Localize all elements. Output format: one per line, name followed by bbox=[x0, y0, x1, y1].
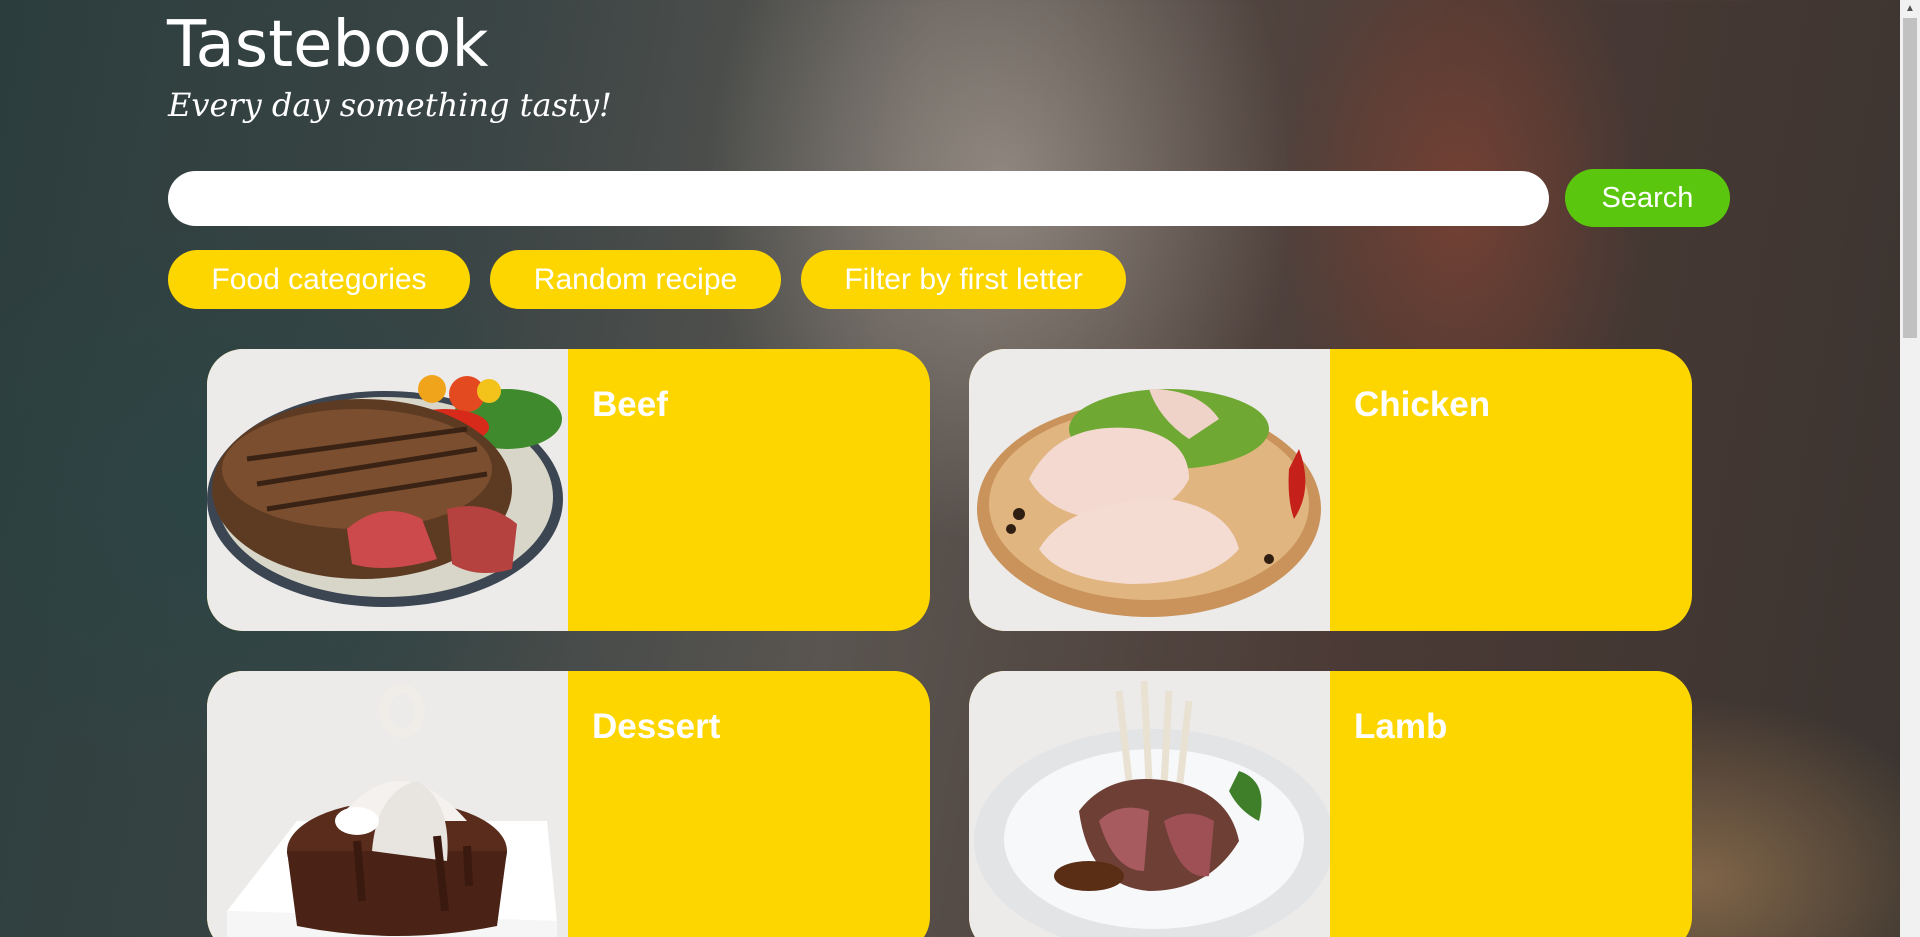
category-card-chicken[interactable]: Chicken bbox=[969, 349, 1692, 631]
chicken-image bbox=[969, 349, 1330, 631]
category-label: Lamb bbox=[1354, 707, 1448, 746]
category-label: Beef bbox=[592, 385, 668, 424]
category-label: Chicken bbox=[1354, 385, 1491, 424]
filter-by-letter-button[interactable]: Filter by first letter bbox=[801, 250, 1126, 309]
lamb-image bbox=[969, 671, 1330, 937]
dessert-image bbox=[207, 671, 568, 937]
scroll-up-arrow-icon[interactable]: ▲ bbox=[1900, 0, 1920, 17]
category-card-beef[interactable]: Beef bbox=[207, 349, 930, 631]
category-card-lamb[interactable]: Lamb bbox=[969, 671, 1692, 937]
beef-image bbox=[207, 349, 568, 631]
scrollbar-thumb[interactable] bbox=[1903, 18, 1917, 338]
search-button[interactable]: Search bbox=[1565, 169, 1730, 227]
search-input[interactable] bbox=[168, 171, 1549, 226]
site-tagline: Every day something tasty! bbox=[168, 86, 612, 124]
page: Tastebook Every day something tasty! Sea… bbox=[0, 0, 1900, 937]
site-title: Tastebook bbox=[167, 8, 489, 82]
vertical-scrollbar[interactable]: ▲ bbox=[1900, 0, 1920, 937]
food-categories-button[interactable]: Food categories bbox=[168, 250, 470, 309]
category-card-dessert[interactable]: Dessert bbox=[207, 671, 930, 937]
random-recipe-button[interactable]: Random recipe bbox=[490, 250, 781, 309]
category-label: Dessert bbox=[592, 707, 721, 746]
